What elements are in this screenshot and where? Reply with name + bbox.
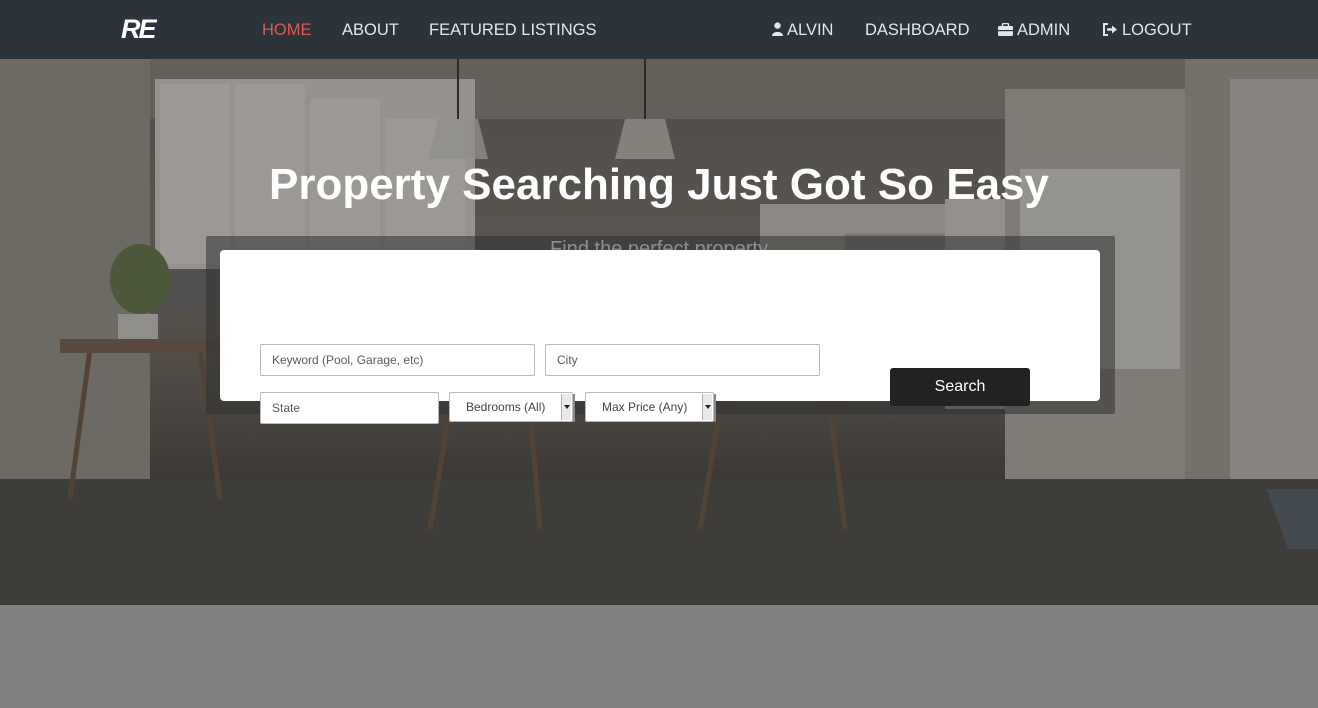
nav-dashboard[interactable]: DASHBOARD <box>865 19 970 41</box>
nav-admin-label: ADMIN <box>1017 21 1071 39</box>
nav-logout[interactable]: LOGOUT <box>1102 19 1192 41</box>
state-input[interactable] <box>260 392 439 424</box>
nav-about[interactable]: ABOUT <box>342 19 399 41</box>
hero-title: Property Searching Just Got So Easy <box>268 160 1049 209</box>
nav-logout-label: LOGOUT <box>1122 21 1192 39</box>
user-icon <box>772 22 783 36</box>
max-price-select-value: Max Price (Any) <box>602 400 688 414</box>
nav-admin[interactable]: ADMIN <box>998 19 1070 41</box>
keyword-input[interactable] <box>260 344 535 376</box>
chevron-down-icon <box>561 394 571 420</box>
city-input[interactable] <box>545 344 820 376</box>
nav-user[interactable]: ALVIN <box>772 19 833 41</box>
nav-home[interactable]: HOME <box>262 19 312 41</box>
search-button[interactable]: Search <box>890 368 1030 406</box>
top-navbar: RE HOME ABOUT FEATURED LISTINGS ALVIN DA… <box>0 0 1318 59</box>
briefcase-icon <box>998 22 1013 36</box>
page-content-area <box>0 605 1318 708</box>
max-price-select[interactable]: Max Price (Any) <box>585 392 716 422</box>
nav-featured-listings[interactable]: FEATURED LISTINGS <box>429 19 596 41</box>
site-logo[interactable]: RE <box>121 14 156 44</box>
bedrooms-select-value: Bedrooms (All) <box>466 400 546 414</box>
chevron-down-icon <box>702 394 712 420</box>
nav-user-label: ALVIN <box>787 21 834 39</box>
sign-out-icon <box>1103 23 1117 36</box>
select-edge <box>714 394 716 422</box>
bedrooms-select[interactable]: Bedrooms (All) <box>449 392 575 422</box>
select-edge <box>573 394 575 422</box>
